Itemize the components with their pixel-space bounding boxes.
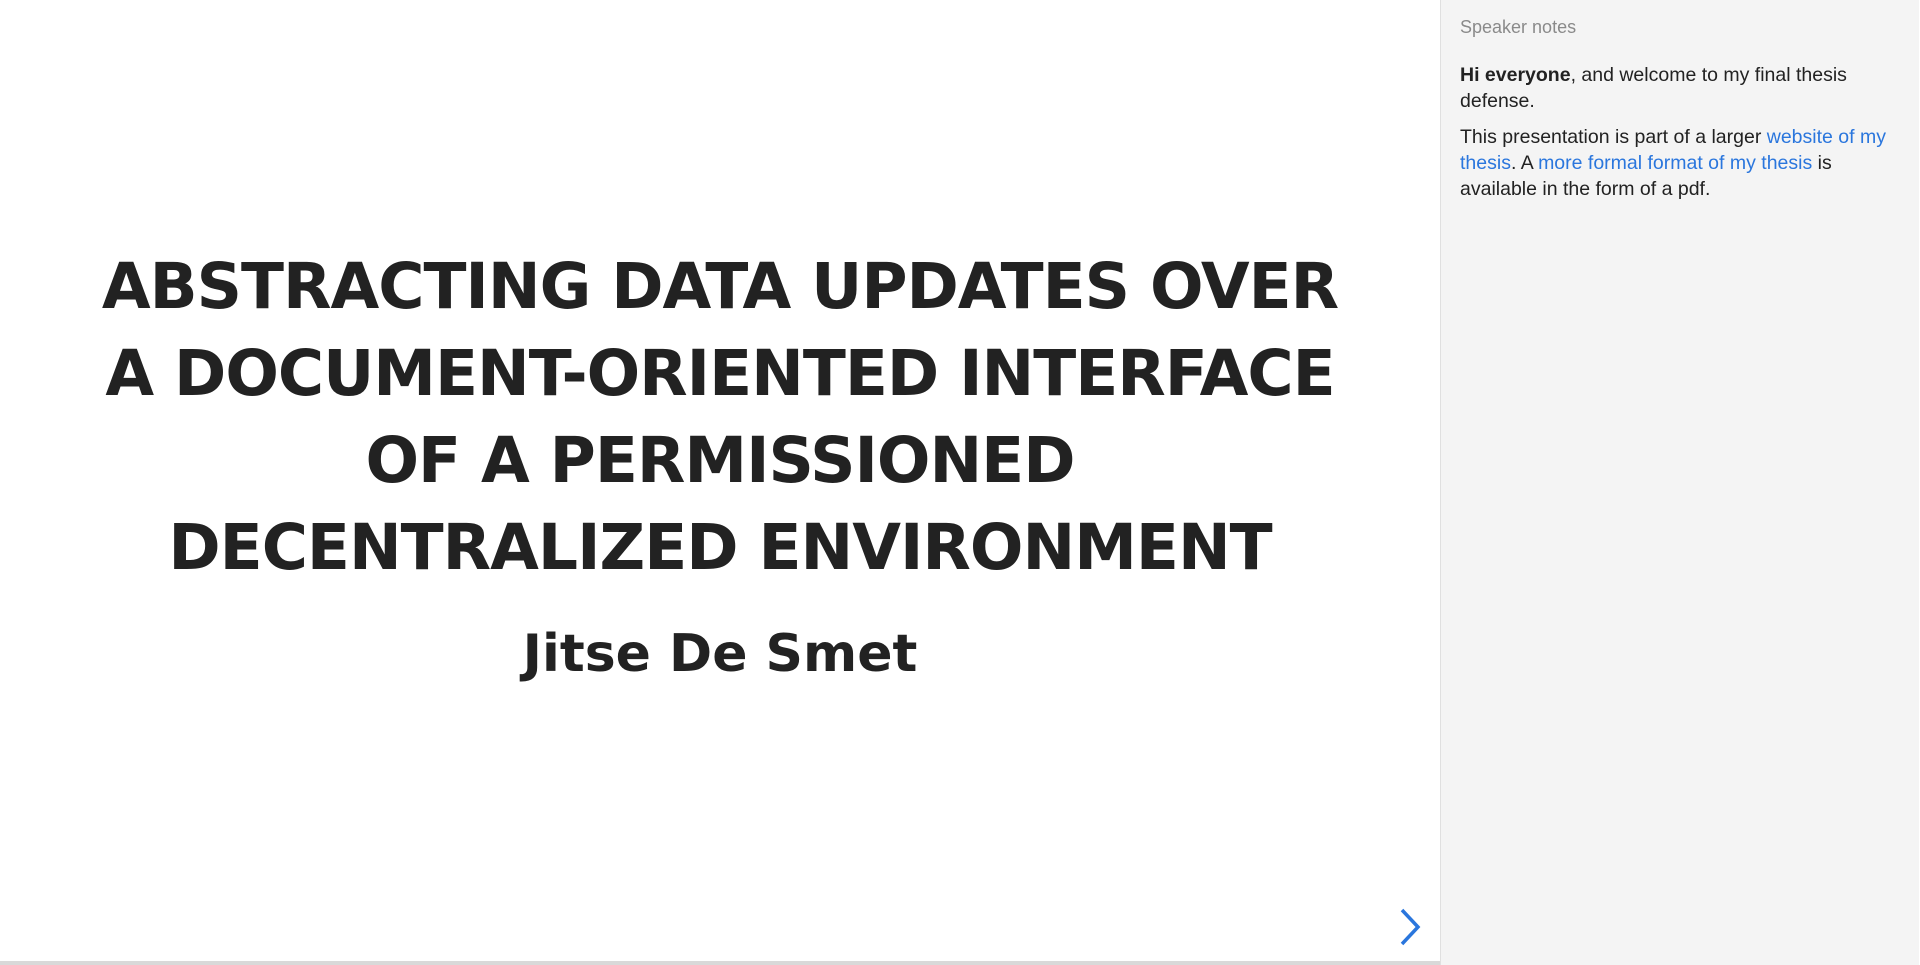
notes-text: This presentation is part of a larger xyxy=(1460,126,1767,148)
notes-greeting-bold: Hi everyone xyxy=(1460,64,1571,86)
progress-bar[interactable] xyxy=(0,961,1440,965)
notes-text: . A xyxy=(1510,152,1539,174)
notes-paragraph-greeting: Hi everyone, and welcome to my final the… xyxy=(1460,62,1901,114)
chevron-right-icon xyxy=(1400,908,1421,946)
notes-paragraph-links: This presentation is part of a larger we… xyxy=(1460,124,1901,202)
title-slide: ABSTRACTING DATA UPDATES OVER A DOCUMENT… xyxy=(0,0,1440,960)
next-slide-button[interactable] xyxy=(1390,905,1430,949)
thesis-pdf-link[interactable]: more formal format of my thesis xyxy=(1538,152,1812,174)
speaker-notes-heading: Speaker notes xyxy=(1460,17,1577,37)
slide-author: Jitse De Smet xyxy=(522,624,918,684)
slide-title: ABSTRACTING DATA UPDATES OVER A DOCUMENT… xyxy=(101,250,1339,584)
presentation-app: ABSTRACTING DATA UPDATES OVER A DOCUMENT… xyxy=(0,0,1920,965)
speaker-notes-panel: Speaker notes Hi everyone, and welcome t… xyxy=(1440,0,1919,965)
slide-viewport: ABSTRACTING DATA UPDATES OVER A DOCUMENT… xyxy=(0,0,1440,965)
